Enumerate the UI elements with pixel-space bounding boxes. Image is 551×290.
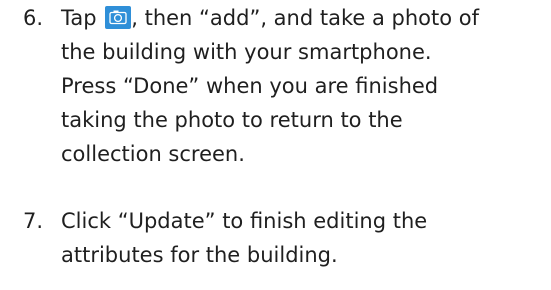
step-text-line: Tap , then “add”, and take a photo of (61, 1, 479, 35)
camera-icon (105, 6, 132, 29)
step-text-fragment: Tap (61, 6, 104, 30)
step-text-line: Click “Update” to finish editing the (61, 209, 428, 233)
step-text-fragment: , then “add”, and take a photo of (131, 6, 479, 30)
step-text-line: Press “Done” when you are finished (61, 74, 439, 98)
step-number: 7. (23, 209, 44, 233)
step-text-line: the building with your smartphone. (61, 40, 432, 64)
step-text-line: collection screen. (61, 142, 245, 166)
step-number: 6. (23, 6, 44, 30)
step-text-line: taking the photo to return to the (61, 108, 403, 132)
step-text-line: attributes for the building. (61, 243, 338, 267)
